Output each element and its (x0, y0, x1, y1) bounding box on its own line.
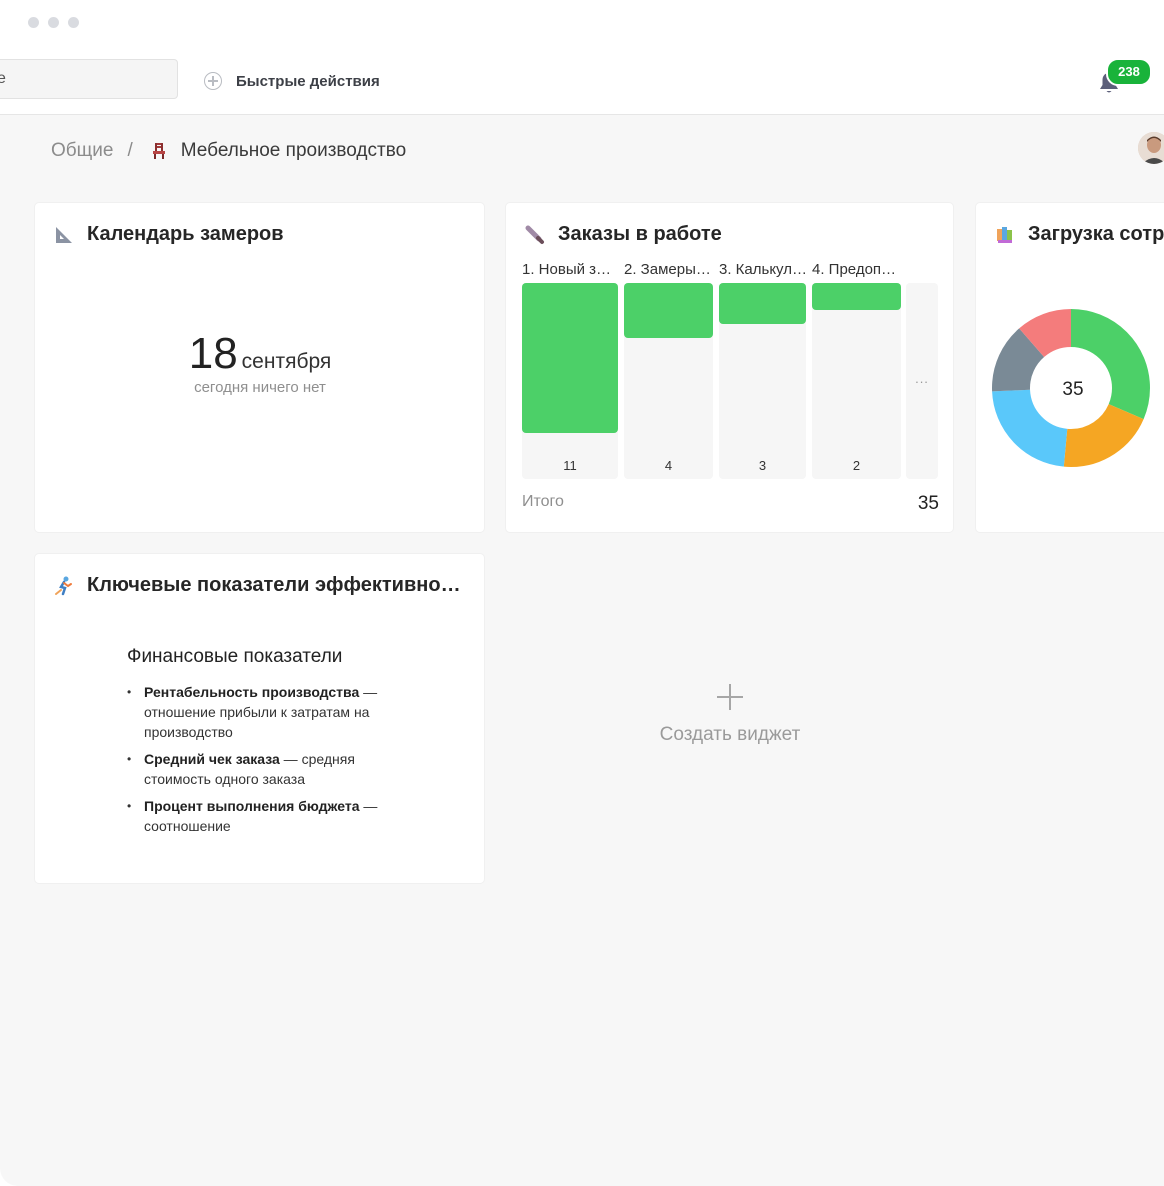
orders-more-label: ... (915, 371, 929, 386)
search-input-value: е (0, 70, 6, 87)
breadcrumb-current: Мебельное производство (180, 140, 407, 161)
kpi-widget[interactable]: Ключевые показатели эффективно… Финансов… (35, 554, 484, 883)
list-item: Средний чек заказа — средняя стоимость о… (127, 749, 387, 789)
orders-total-value: 35 (917, 493, 939, 514)
quick-actions-button[interactable]: Быстрые действия (204, 70, 380, 92)
window-dot-maximize[interactable] (68, 17, 79, 28)
stage-bar (719, 283, 806, 324)
calendar-month: сентября (241, 350, 332, 373)
calendar-day: 18 (188, 329, 238, 378)
breadcrumb-root[interactable]: Общие (51, 140, 113, 162)
calendar-empty-text: сегодня ничего нет (194, 379, 326, 396)
calendar-date: 18 сентября (35, 329, 485, 379)
workload-widget[interactable]: Загрузка сотр 35 (976, 203, 1164, 532)
orders-total-label: Итого (522, 493, 564, 510)
stage-column[interactable]: 11 (522, 283, 618, 479)
stage-column[interactable]: 2 (812, 283, 901, 479)
kpi-widget-title: Ключевые показатели эффективно… (53, 574, 461, 597)
kpi-list: Рентабельность производства — отношение … (127, 682, 387, 843)
stage-bar (624, 283, 713, 338)
stage-label: 4. Предоп… (812, 261, 897, 278)
window-dot-minimize[interactable] (48, 17, 59, 28)
workload-title-text: Загрузка сотр (1028, 223, 1164, 245)
calendar-title-text: Календарь замеров (87, 223, 284, 245)
workload-widget-title: Загрузка сотр (994, 223, 1164, 246)
stage-label: 2. Замеры… (624, 261, 711, 278)
user-avatar-icon (1138, 132, 1164, 164)
plus-icon (717, 684, 743, 710)
stage-value: 3 (758, 458, 767, 473)
search-input[interactable]: е (0, 59, 178, 99)
avatar[interactable] (1138, 132, 1164, 164)
list-item: Рентабельность производства — отношение … (127, 682, 387, 742)
window-dot-close[interactable] (28, 17, 39, 28)
workload-donut-center: 35 (1062, 379, 1084, 400)
breadcrumb: Общие / Мебельное производство (51, 139, 406, 163)
breadcrumb-separator: / (127, 140, 133, 161)
create-widget-button[interactable]: Создать виджет (505, 684, 955, 746)
stage-value: 4 (664, 458, 673, 473)
quick-actions-label: Быстрые действия (236, 72, 380, 90)
calendar-widget-title: Календарь замеров (53, 223, 284, 246)
notifications-badge[interactable]: 238 (1106, 58, 1152, 86)
stage-column[interactable]: 4 (624, 283, 713, 479)
kpi-term: Средний чек заказа (144, 751, 280, 767)
kpi-term: Рентабельность производства (144, 684, 360, 700)
books-icon (997, 226, 1012, 243)
plus-circle-icon (204, 72, 222, 90)
stage-label: 1. Новый з… (522, 261, 612, 278)
top-bar: е Быстрые действия 238 (0, 46, 1164, 115)
orders-more-column[interactable]: ... (906, 283, 938, 479)
kpi-section-heading: Финансовые показатели (127, 646, 343, 667)
app-window: е Быстрые действия 238 Общие / Мебельное… (0, 0, 1164, 1186)
orders-title-text: Заказы в работе (558, 223, 722, 245)
stage-column[interactable]: 3 (719, 283, 806, 479)
runner-icon (55, 576, 72, 595)
list-item: Процент выполнения бюджета — соотношение (127, 796, 387, 836)
stage-bar (522, 283, 618, 433)
ruler-triangle-icon (56, 226, 72, 243)
hacksaw-icon (525, 225, 544, 244)
stage-label: 3. Калькул… (719, 261, 807, 278)
chair-icon (152, 143, 165, 159)
stage-value: 11 (563, 458, 577, 473)
kpi-title-text: Ключевые показатели эффективно… (87, 574, 461, 596)
kpi-term: Процент выполнения бюджета (144, 798, 360, 814)
orders-widget-title: Заказы в работе (524, 223, 722, 246)
stage-value: 2 (852, 458, 861, 473)
orders-widget[interactable]: Заказы в работе 1. Новый з… 11 2. Замеры… 4… (506, 203, 953, 532)
window-titlebar (0, 0, 1164, 46)
calendar-widget[interactable]: Календарь замеров 18 сентября сегодня нич… (35, 203, 484, 532)
stage-bar (812, 283, 901, 310)
create-widget-label: Создать виджет (659, 724, 801, 745)
